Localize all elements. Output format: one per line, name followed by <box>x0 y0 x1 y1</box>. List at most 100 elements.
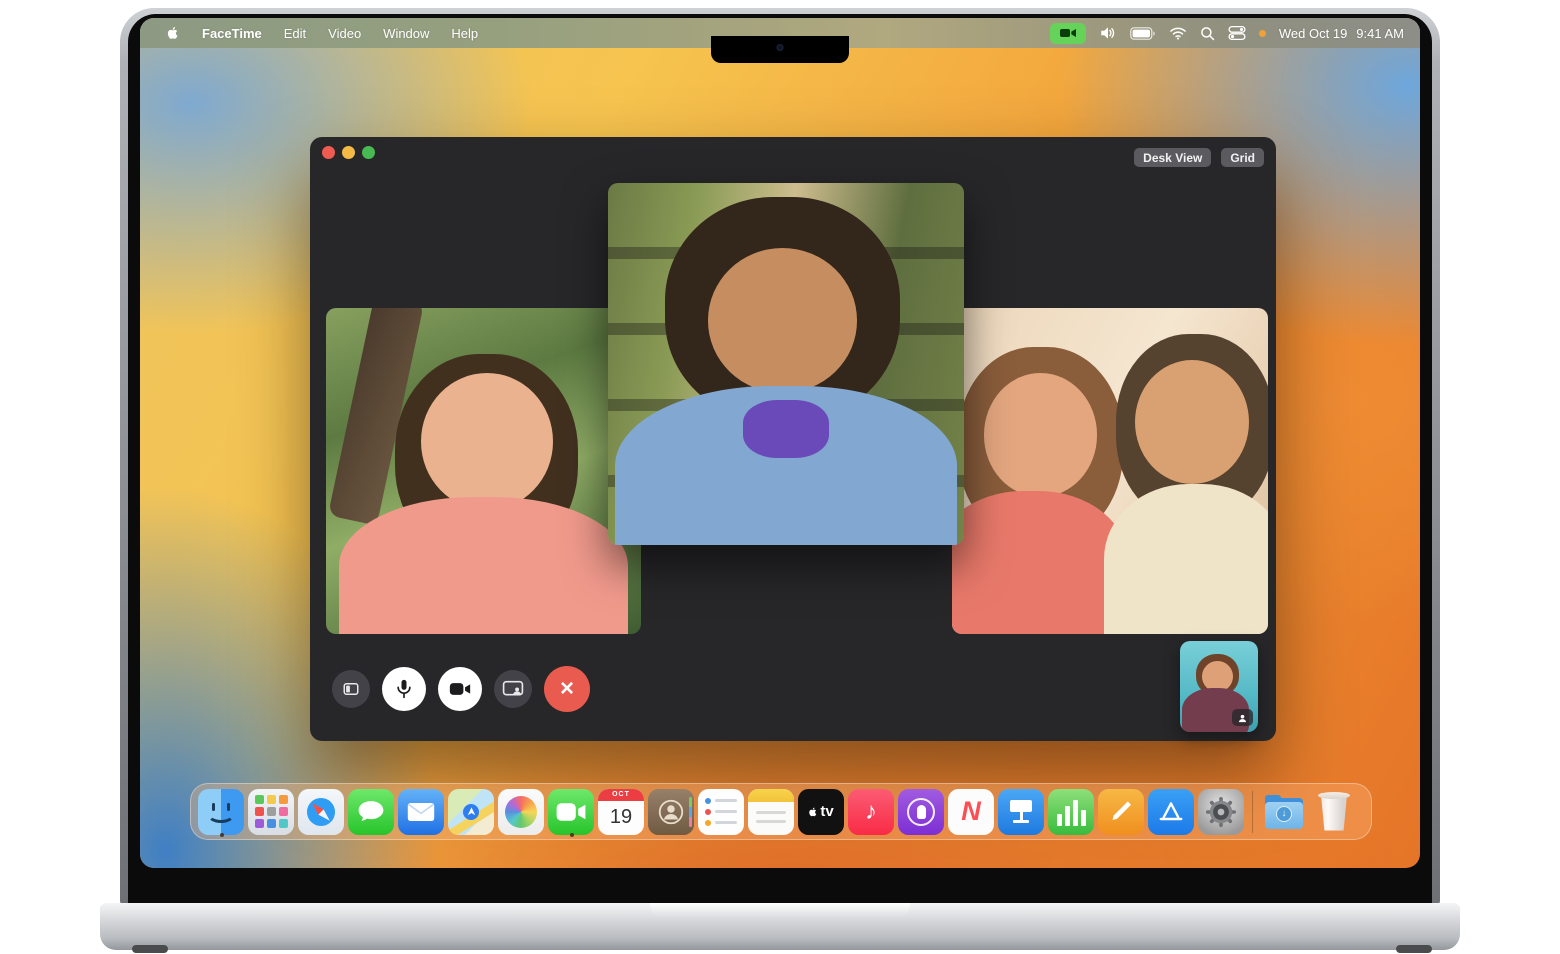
camera-active-indicator[interactable] <box>1050 23 1086 44</box>
display-notch <box>711 36 849 63</box>
lid-lift-notch <box>650 903 910 918</box>
menu-edit[interactable]: Edit <box>274 18 316 48</box>
dock-icon-downloads[interactable]: ↓ <box>1261 789 1307 835</box>
keynote-podium-icon <box>1010 800 1032 812</box>
dock-icon-news[interactable]: N <box>948 789 994 835</box>
maps-navigation-icon <box>463 804 479 820</box>
window-controls <box>322 146 375 159</box>
screen-share-icon <box>502 680 524 698</box>
facetime-camera-icon <box>555 801 587 823</box>
participant-tile-left <box>326 308 641 634</box>
dock-icon-maps[interactable] <box>448 789 494 835</box>
menu-bar-left: FaceTime Edit Video Window Help <box>156 18 488 48</box>
apple-logo-icon <box>808 806 818 818</box>
window-view-buttons: Desk View Grid <box>1134 148 1264 167</box>
sidebar-icon <box>341 680 361 698</box>
dock-icon-tv[interactable]: tv <box>798 789 844 835</box>
minimize-window-button[interactable] <box>342 146 355 159</box>
desk-view-button[interactable]: Desk View <box>1134 148 1211 167</box>
dock-icon-pages[interactable] <box>1098 789 1144 835</box>
music-note-icon: ♪ <box>865 798 877 826</box>
dock-icon-notes[interactable] <box>748 789 794 835</box>
dock-icon-reminders[interactable] <box>698 789 744 835</box>
pages-pen-icon <box>1111 801 1132 822</box>
rubber-foot-right <box>1396 945 1432 953</box>
battery-icon[interactable] <box>1130 27 1156 40</box>
microphone-button[interactable] <box>382 667 426 711</box>
dock-icon-mail[interactable] <box>398 789 444 835</box>
attention-dot <box>1259 30 1266 37</box>
participant-figure <box>608 183 964 545</box>
dock-icon-system-settings[interactable] <box>1198 789 1244 835</box>
dock-icon-finder[interactable] <box>198 789 244 835</box>
apple-menu[interactable] <box>156 18 190 48</box>
dock-icon-trash[interactable] <box>1311 789 1357 835</box>
calendar-month-label: OCT <box>598 789 644 801</box>
video-camera-icon <box>449 681 471 697</box>
portrait-mode-badge[interactable] <box>1232 709 1253 726</box>
calendar-day-label: 19 <box>598 801 644 835</box>
dock-icon-calendar[interactable]: OCT 19 <box>598 789 644 835</box>
dock-icon-numbers[interactable] <box>1048 789 1094 835</box>
dock-icon-safari[interactable] <box>298 789 344 835</box>
menu-window[interactable]: Window <box>373 18 439 48</box>
time-label: 9:41 AM <box>1356 26 1404 41</box>
display: FaceTime Edit Video Window Help <box>140 18 1420 868</box>
menu-video[interactable]: Video <box>318 18 371 48</box>
webcam-icon <box>777 44 784 51</box>
safari-compass-icon <box>302 793 340 831</box>
download-arrow-icon: ↓ <box>1276 806 1292 822</box>
dock-icon-facetime[interactable] <box>548 789 594 835</box>
facetime-window: Desk View Grid <box>310 137 1276 741</box>
dock-icon-keynote[interactable] <box>998 789 1044 835</box>
dock: OCT 19 tv ♪ N <box>190 783 1372 840</box>
grid-button[interactable]: Grid <box>1221 148 1264 167</box>
zoom-window-button[interactable] <box>362 146 375 159</box>
apple-logo-icon <box>166 25 180 41</box>
gear-icon <box>1203 794 1239 830</box>
news-logo: N <box>961 796 981 827</box>
dock-icon-app-store[interactable] <box>1148 789 1194 835</box>
menu-facetime[interactable]: FaceTime <box>192 18 272 48</box>
dock-icon-launchpad[interactable] <box>248 789 294 835</box>
dock-icon-photos[interactable] <box>498 789 544 835</box>
sidebar-toggle-button[interactable] <box>332 670 370 708</box>
screen-share-button[interactable] <box>494 670 532 708</box>
running-indicator-facetime <box>570 833 574 837</box>
camera-indicator-icon <box>1060 27 1076 39</box>
podcasts-icon <box>907 798 935 826</box>
tv-label: tv <box>820 803 833 820</box>
rubber-foot-left <box>132 945 168 953</box>
photos-pinwheel-icon <box>505 796 537 828</box>
end-call-button[interactable]: × <box>544 666 590 712</box>
app-store-a-icon <box>1156 797 1186 827</box>
dock-icon-messages[interactable] <box>348 789 394 835</box>
dock-icon-music[interactable]: ♪ <box>848 789 894 835</box>
wifi-icon[interactable] <box>1169 26 1187 40</box>
menu-bar-status: Wed Oct 19 9:41 AM <box>1050 23 1404 44</box>
participant-tile-center-active <box>608 183 964 545</box>
volume-icon[interactable] <box>1099 25 1117 41</box>
participant-tile-right <box>952 308 1268 634</box>
participant-figure <box>952 308 1268 634</box>
self-view-thumbnail[interactable] <box>1180 641 1258 732</box>
menu-bar-clock[interactable]: Wed Oct 19 9:41 AM <box>1279 26 1404 41</box>
spotlight-icon[interactable] <box>1200 26 1215 41</box>
speech-bubble-icon <box>354 796 388 828</box>
date-label: Wed Oct 19 <box>1279 26 1347 41</box>
end-call-x-icon: × <box>560 677 574 701</box>
dock-icon-podcasts[interactable] <box>898 789 944 835</box>
control-center-icon[interactable] <box>1228 25 1246 41</box>
microphone-icon <box>394 678 414 700</box>
camera-button[interactable] <box>438 667 482 711</box>
portrait-person-icon <box>1237 713 1248 723</box>
dock-icon-contacts[interactable] <box>648 789 694 835</box>
close-window-button[interactable] <box>322 146 335 159</box>
contacts-person-icon <box>656 797 686 827</box>
running-indicator-finder <box>220 833 224 837</box>
participant-figure <box>326 308 641 634</box>
dock-divider <box>1252 791 1253 833</box>
envelope-icon <box>405 800 437 824</box>
menu-help[interactable]: Help <box>441 18 488 48</box>
call-controls: × <box>332 661 590 717</box>
